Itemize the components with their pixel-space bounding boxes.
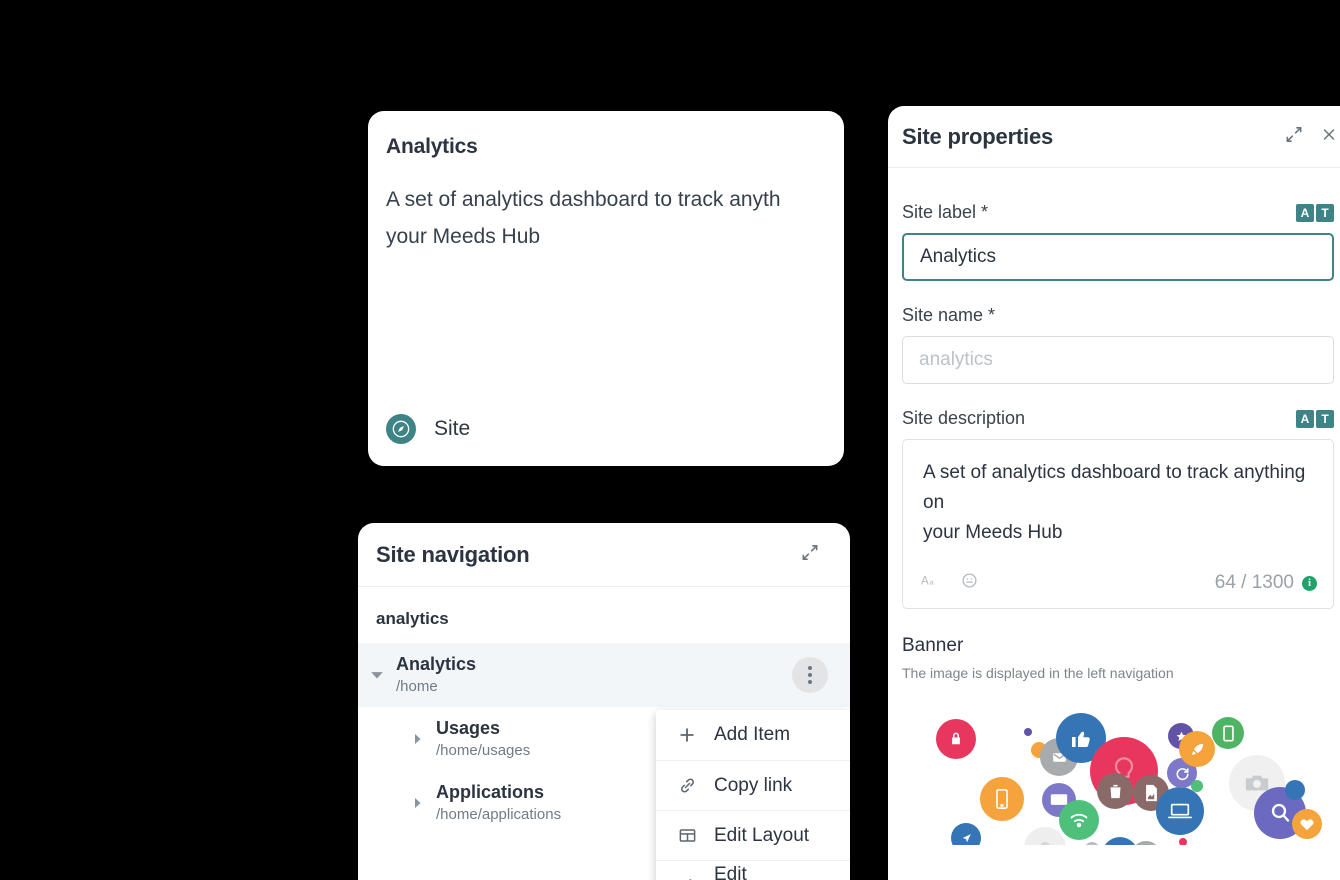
analytics-card-body: Analytics A set of analytics dashboard t… (368, 111, 844, 466)
field-banner: Banner The image is displayed in the lef… (902, 635, 1340, 845)
character-counter-text: 64 / 1300 (1214, 572, 1294, 593)
banner-hint: The image is displayed in the left navig… (902, 665, 1174, 681)
menu-item-add-item[interactable]: Add Item (656, 710, 850, 760)
laptop-icon (1156, 787, 1204, 835)
more-vertical-icon[interactable] (792, 657, 828, 693)
wifi-icon (1059, 800, 1099, 840)
site-name-input[interactable] (902, 336, 1334, 384)
emoji-icon[interactable] (961, 572, 978, 594)
chevron-down-icon[interactable] (358, 668, 396, 682)
field-site-description: Site description A T A set of analytics … (902, 408, 1334, 609)
expand-icon[interactable] (1284, 124, 1304, 149)
font-size-icon[interactable]: A a (921, 573, 941, 593)
nav-item-uri: /home/usages (436, 742, 531, 759)
field-site-label-text: Site label * (902, 202, 989, 222)
mobile-icon (980, 777, 1024, 821)
nav-tree-item-texts: Usages /home/usages (436, 717, 530, 761)
chevron-right-icon[interactable] (398, 797, 436, 809)
translation-badge-t: T (1316, 203, 1334, 222)
tablet-icon (1212, 717, 1244, 749)
banner-image[interactable] (902, 695, 1340, 845)
translation-badge-t: T (1316, 409, 1334, 428)
analytics-card-footer: Site (386, 414, 470, 444)
layout-grid-icon (676, 825, 698, 847)
menu-item-edit-layout[interactable]: Edit Layout (656, 810, 850, 860)
analytics-card-description-line1: A set of analytics dashboard to track an… (386, 188, 781, 211)
menu-item-label: Add Item (714, 724, 791, 745)
nav-item-label: Usages (436, 718, 501, 738)
field-site-name-text: Site name * (902, 305, 996, 325)
field-site-name: Site name * (902, 305, 1334, 384)
nav-item-uri: /home (396, 678, 438, 695)
translation-badge-a: A (1296, 409, 1314, 428)
heart-icon (1292, 809, 1322, 839)
site-navigation-title: Site navigation (376, 541, 530, 567)
user-icon (1102, 837, 1138, 845)
screen-root: Analytics A set of analytics dashboard t… (0, 0, 1340, 880)
nav-tree-item-analytics[interactable]: Analytics /home (358, 643, 850, 707)
site-description-toolbar: A a 64 / 1300 i (921, 572, 1317, 594)
site-description-line2: your Meeds Hub (923, 522, 1063, 543)
nav-item-uri: /home/applications (436, 806, 562, 823)
compass-icon (386, 414, 416, 444)
menu-item-label: Copy link (714, 774, 793, 796)
nav-item-context-menu: Add Item Copy link Edit Layout Edit (656, 710, 850, 880)
dot-blue (1285, 780, 1305, 800)
site-properties-body: Site label * A T Site name * Site de (888, 168, 1340, 845)
site-properties-title: Site properties (902, 123, 1054, 149)
dot-gray-small (1084, 842, 1100, 845)
expand-icon[interactable] (800, 542, 820, 567)
character-counter: 64 / 1300 i (1215, 572, 1317, 594)
field-site-label: Site label * A T (902, 202, 1334, 281)
translation-badge[interactable]: A T (1296, 203, 1334, 222)
site-description-line1: A set of analytics dashboard to track an… (923, 462, 1306, 513)
svg-text:A: A (921, 575, 929, 587)
site-navigation-sitename: analytics (376, 609, 449, 628)
banner-label: Banner (902, 635, 964, 656)
menu-item-label: Edit Properties (714, 863, 747, 880)
field-site-description-text: Site description (902, 408, 1026, 428)
field-site-label-row: Site label * A T (902, 202, 1334, 223)
dot-pink (1179, 838, 1187, 845)
rte-tool-group: A a (921, 572, 978, 594)
site-navigation-header: Site navigation (358, 523, 850, 587)
nav-item-label: Analytics (396, 654, 477, 674)
send-icon (951, 823, 981, 845)
rocket-icon (1179, 731, 1215, 767)
site-properties-drawer: Site properties Site label * A T Analyti… (888, 106, 1340, 880)
close-icon[interactable] (1320, 125, 1338, 148)
site-properties-header: Site properties (888, 106, 1340, 168)
plus-icon (676, 724, 698, 746)
analytics-card-description-line2: your Meeds Hub (386, 225, 541, 248)
analytics-site-card[interactable]: Analytics A set of analytics dashboard t… (368, 111, 844, 466)
menu-item-edit-properties[interactable]: Edit Properties (656, 860, 850, 880)
dot-gray (1131, 841, 1161, 845)
analytics-card-title: Analytics (386, 135, 478, 158)
cloud-icon (1024, 827, 1066, 845)
analytics-card-description: A set of analytics dashboard to track an… (386, 181, 826, 255)
field-site-description-row: Site description A T (902, 408, 1334, 429)
site-description-editor[interactable]: A set of analytics dashboard to track an… (902, 439, 1334, 609)
chevron-right-icon[interactable] (398, 733, 436, 745)
dot-purple (1024, 728, 1032, 736)
nav-item-label: Applications (436, 782, 545, 802)
svg-text:a: a (929, 577, 934, 586)
dot-green (1191, 780, 1203, 792)
link-icon (676, 775, 698, 797)
menu-item-copy-link[interactable]: Copy link (656, 760, 850, 810)
field-site-name-row: Site name * (902, 305, 1334, 326)
nav-tree-item-texts: Applications /home/applications (436, 781, 561, 825)
site-properties-header-actions (1284, 124, 1338, 149)
edit-properties-icon (676, 875, 698, 880)
analytics-card-type-label: Site (434, 417, 471, 440)
translation-badge[interactable]: A T (1296, 409, 1334, 428)
site-label-input[interactable] (902, 233, 1334, 281)
info-icon[interactable]: i (1302, 575, 1317, 591)
site-description-content: A set of analytics dashboard to track an… (923, 458, 1313, 548)
translation-badge-a: A (1296, 203, 1314, 222)
lock-icon (936, 719, 976, 759)
menu-item-label: Edit Layout (714, 824, 810, 846)
nav-tree-item-texts: Analytics /home (396, 653, 476, 697)
trash-icon (1097, 773, 1133, 809)
